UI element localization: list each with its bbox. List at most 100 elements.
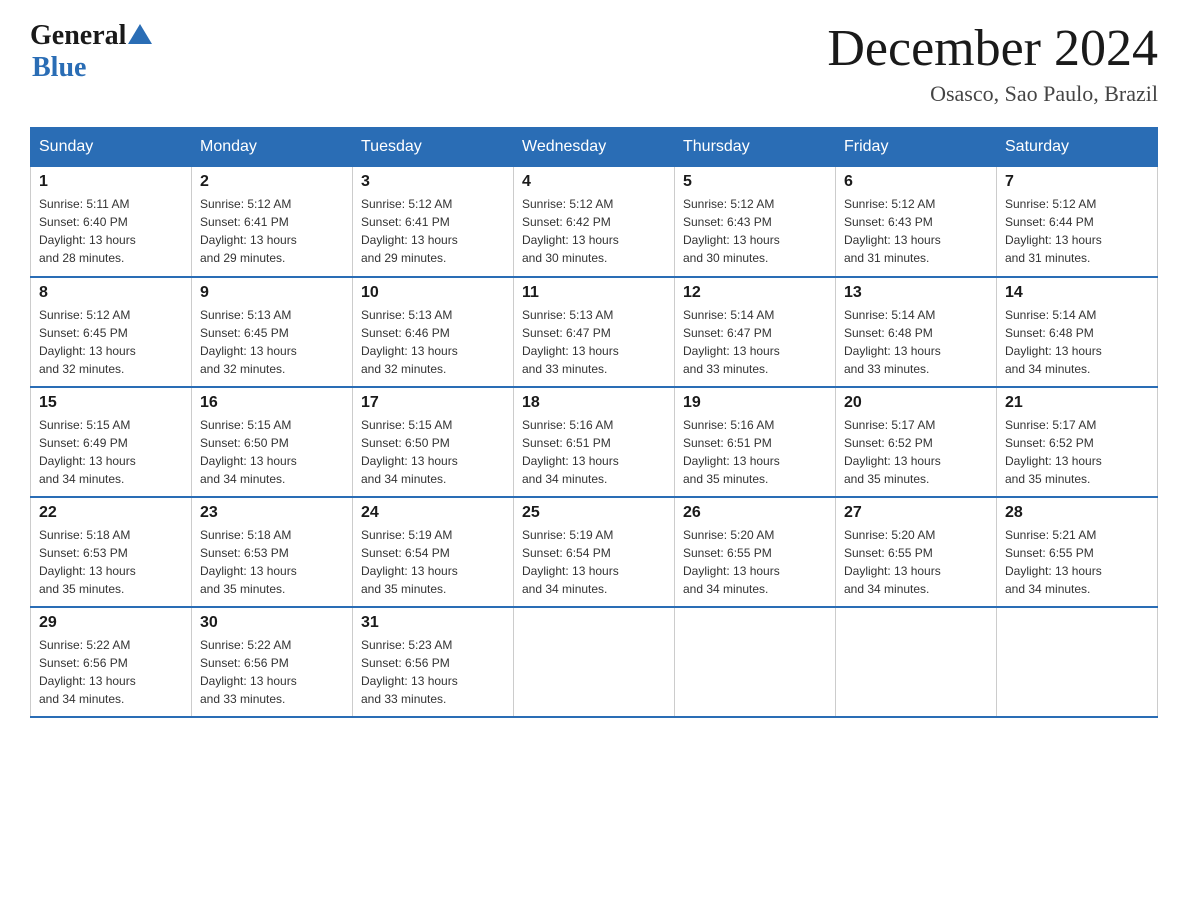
day-info: Sunrise: 5:13 AMSunset: 6:47 PMDaylight:… bbox=[522, 306, 666, 378]
calendar-day-cell: 27 Sunrise: 5:20 AMSunset: 6:55 PMDaylig… bbox=[836, 497, 997, 607]
calendar-day-cell: 18 Sunrise: 5:16 AMSunset: 6:51 PMDaylig… bbox=[514, 387, 675, 497]
calendar-day-cell: 16 Sunrise: 5:15 AMSunset: 6:50 PMDaylig… bbox=[192, 387, 353, 497]
day-number: 24 bbox=[361, 504, 505, 522]
day-number: 27 bbox=[844, 504, 988, 522]
day-number: 12 bbox=[683, 284, 827, 302]
day-number: 17 bbox=[361, 394, 505, 412]
day-info: Sunrise: 5:12 AMSunset: 6:43 PMDaylight:… bbox=[683, 195, 827, 267]
day-number: 11 bbox=[522, 284, 666, 302]
day-info: Sunrise: 5:22 AMSunset: 6:56 PMDaylight:… bbox=[39, 636, 183, 708]
calendar-day-cell bbox=[997, 607, 1158, 717]
calendar-day-cell: 19 Sunrise: 5:16 AMSunset: 6:51 PMDaylig… bbox=[675, 387, 836, 497]
day-info: Sunrise: 5:12 AMSunset: 6:41 PMDaylight:… bbox=[361, 195, 505, 267]
calendar-day-cell: 10 Sunrise: 5:13 AMSunset: 6:46 PMDaylig… bbox=[353, 277, 514, 387]
day-info: Sunrise: 5:22 AMSunset: 6:56 PMDaylight:… bbox=[200, 636, 344, 708]
day-info: Sunrise: 5:14 AMSunset: 6:48 PMDaylight:… bbox=[1005, 306, 1149, 378]
day-info: Sunrise: 5:12 AMSunset: 6:41 PMDaylight:… bbox=[200, 195, 344, 267]
calendar-day-cell: 15 Sunrise: 5:15 AMSunset: 6:49 PMDaylig… bbox=[31, 387, 192, 497]
day-number: 13 bbox=[844, 284, 988, 302]
day-number: 22 bbox=[39, 504, 183, 522]
day-info: Sunrise: 5:12 AMSunset: 6:43 PMDaylight:… bbox=[844, 195, 988, 267]
calendar-day-cell bbox=[836, 607, 997, 717]
day-number: 9 bbox=[200, 284, 344, 302]
calendar-day-cell: 13 Sunrise: 5:14 AMSunset: 6:48 PMDaylig… bbox=[836, 277, 997, 387]
day-number: 30 bbox=[200, 614, 344, 632]
logo-general: General bbox=[30, 20, 126, 52]
day-number: 28 bbox=[1005, 504, 1149, 522]
logo: General Blue bbox=[30, 20, 152, 84]
day-info: Sunrise: 5:15 AMSunset: 6:49 PMDaylight:… bbox=[39, 416, 183, 488]
calendar-day-cell: 3 Sunrise: 5:12 AMSunset: 6:41 PMDayligh… bbox=[353, 167, 514, 277]
calendar-week-row: 29 Sunrise: 5:22 AMSunset: 6:56 PMDaylig… bbox=[31, 607, 1158, 717]
day-number: 31 bbox=[361, 614, 505, 632]
day-of-week-header: Tuesday bbox=[353, 128, 514, 167]
day-of-week-header: Friday bbox=[836, 128, 997, 167]
day-info: Sunrise: 5:17 AMSunset: 6:52 PMDaylight:… bbox=[1005, 416, 1149, 488]
day-info: Sunrise: 5:13 AMSunset: 6:45 PMDaylight:… bbox=[200, 306, 344, 378]
day-info: Sunrise: 5:12 AMSunset: 6:44 PMDaylight:… bbox=[1005, 195, 1149, 267]
day-number: 1 bbox=[39, 173, 183, 191]
day-number: 4 bbox=[522, 173, 666, 191]
day-info: Sunrise: 5:13 AMSunset: 6:46 PMDaylight:… bbox=[361, 306, 505, 378]
day-info: Sunrise: 5:20 AMSunset: 6:55 PMDaylight:… bbox=[844, 526, 988, 598]
calendar-day-cell: 7 Sunrise: 5:12 AMSunset: 6:44 PMDayligh… bbox=[997, 167, 1158, 277]
page-header: General Blue December 2024 Osasco, Sao P… bbox=[30, 20, 1158, 107]
day-number: 6 bbox=[844, 173, 988, 191]
day-number: 3 bbox=[361, 173, 505, 191]
calendar-day-cell: 20 Sunrise: 5:17 AMSunset: 6:52 PMDaylig… bbox=[836, 387, 997, 497]
calendar-day-cell: 2 Sunrise: 5:12 AMSunset: 6:41 PMDayligh… bbox=[192, 167, 353, 277]
month-title: December 2024 bbox=[827, 20, 1158, 77]
calendar-day-cell: 17 Sunrise: 5:15 AMSunset: 6:50 PMDaylig… bbox=[353, 387, 514, 497]
day-number: 18 bbox=[522, 394, 666, 412]
calendar-day-cell: 22 Sunrise: 5:18 AMSunset: 6:53 PMDaylig… bbox=[31, 497, 192, 607]
calendar-table: SundayMondayTuesdayWednesdayThursdayFrid… bbox=[30, 127, 1158, 718]
calendar-day-cell: 29 Sunrise: 5:22 AMSunset: 6:56 PMDaylig… bbox=[31, 607, 192, 717]
day-info: Sunrise: 5:23 AMSunset: 6:56 PMDaylight:… bbox=[361, 636, 505, 708]
calendar-day-cell: 6 Sunrise: 5:12 AMSunset: 6:43 PMDayligh… bbox=[836, 167, 997, 277]
calendar-day-cell: 4 Sunrise: 5:12 AMSunset: 6:42 PMDayligh… bbox=[514, 167, 675, 277]
day-info: Sunrise: 5:16 AMSunset: 6:51 PMDaylight:… bbox=[522, 416, 666, 488]
calendar-day-cell bbox=[675, 607, 836, 717]
day-of-week-header: Monday bbox=[192, 128, 353, 167]
day-info: Sunrise: 5:12 AMSunset: 6:42 PMDaylight:… bbox=[522, 195, 666, 267]
calendar-day-cell: 26 Sunrise: 5:20 AMSunset: 6:55 PMDaylig… bbox=[675, 497, 836, 607]
day-number: 23 bbox=[200, 504, 344, 522]
day-number: 7 bbox=[1005, 173, 1149, 191]
calendar-day-cell: 8 Sunrise: 5:12 AMSunset: 6:45 PMDayligh… bbox=[31, 277, 192, 387]
calendar-week-row: 15 Sunrise: 5:15 AMSunset: 6:49 PMDaylig… bbox=[31, 387, 1158, 497]
day-number: 8 bbox=[39, 284, 183, 302]
day-number: 19 bbox=[683, 394, 827, 412]
calendar-day-cell: 28 Sunrise: 5:21 AMSunset: 6:55 PMDaylig… bbox=[997, 497, 1158, 607]
day-info: Sunrise: 5:17 AMSunset: 6:52 PMDaylight:… bbox=[844, 416, 988, 488]
calendar-day-cell: 12 Sunrise: 5:14 AMSunset: 6:47 PMDaylig… bbox=[675, 277, 836, 387]
day-info: Sunrise: 5:21 AMSunset: 6:55 PMDaylight:… bbox=[1005, 526, 1149, 598]
day-of-week-header: Saturday bbox=[997, 128, 1158, 167]
calendar-week-row: 8 Sunrise: 5:12 AMSunset: 6:45 PMDayligh… bbox=[31, 277, 1158, 387]
calendar-header-row: SundayMondayTuesdayWednesdayThursdayFrid… bbox=[31, 128, 1158, 167]
day-info: Sunrise: 5:15 AMSunset: 6:50 PMDaylight:… bbox=[361, 416, 505, 488]
day-info: Sunrise: 5:18 AMSunset: 6:53 PMDaylight:… bbox=[39, 526, 183, 598]
calendar-week-row: 22 Sunrise: 5:18 AMSunset: 6:53 PMDaylig… bbox=[31, 497, 1158, 607]
calendar-day-cell: 11 Sunrise: 5:13 AMSunset: 6:47 PMDaylig… bbox=[514, 277, 675, 387]
calendar-day-cell: 21 Sunrise: 5:17 AMSunset: 6:52 PMDaylig… bbox=[997, 387, 1158, 497]
day-of-week-header: Thursday bbox=[675, 128, 836, 167]
day-of-week-header: Wednesday bbox=[514, 128, 675, 167]
day-number: 25 bbox=[522, 504, 666, 522]
day-number: 20 bbox=[844, 394, 988, 412]
calendar-day-cell: 1 Sunrise: 5:11 AMSunset: 6:40 PMDayligh… bbox=[31, 167, 192, 277]
title-section: December 2024 Osasco, Sao Paulo, Brazil bbox=[827, 20, 1158, 107]
day-number: 15 bbox=[39, 394, 183, 412]
calendar-day-cell: 9 Sunrise: 5:13 AMSunset: 6:45 PMDayligh… bbox=[192, 277, 353, 387]
day-info: Sunrise: 5:14 AMSunset: 6:47 PMDaylight:… bbox=[683, 306, 827, 378]
calendar-day-cell: 30 Sunrise: 5:22 AMSunset: 6:56 PMDaylig… bbox=[192, 607, 353, 717]
day-info: Sunrise: 5:16 AMSunset: 6:51 PMDaylight:… bbox=[683, 416, 827, 488]
day-number: 29 bbox=[39, 614, 183, 632]
location-text: Osasco, Sao Paulo, Brazil bbox=[827, 81, 1158, 107]
day-info: Sunrise: 5:19 AMSunset: 6:54 PMDaylight:… bbox=[361, 526, 505, 598]
day-number: 14 bbox=[1005, 284, 1149, 302]
logo-blue: Blue bbox=[32, 52, 86, 83]
day-info: Sunrise: 5:11 AMSunset: 6:40 PMDaylight:… bbox=[39, 195, 183, 267]
calendar-day-cell: 31 Sunrise: 5:23 AMSunset: 6:56 PMDaylig… bbox=[353, 607, 514, 717]
day-number: 5 bbox=[683, 173, 827, 191]
day-number: 21 bbox=[1005, 394, 1149, 412]
